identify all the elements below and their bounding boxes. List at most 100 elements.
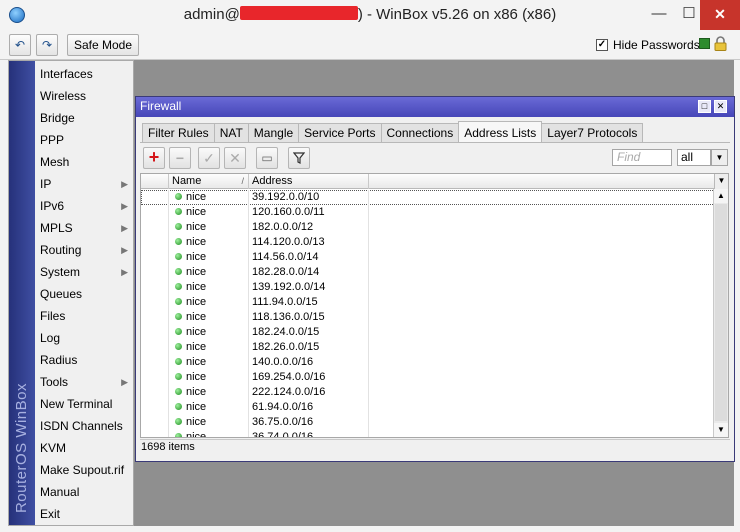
list-filter-select[interactable]: all [677,149,711,166]
table-row[interactable]: nice 36.74.0.0/16 [141,430,715,437]
table-row[interactable]: nice 114.56.0.0/14 [141,250,715,265]
safe-mode-button[interactable]: Safe Mode [67,34,139,56]
firewall-title-bar[interactable]: Firewall □ ✕ [136,97,734,117]
firewall-close-button[interactable]: ✕ [714,100,727,113]
sidebar-item-label: New Terminal [40,397,113,411]
row-name: nice [186,191,207,203]
row-name: nice [186,251,207,263]
sidebar-item-label: Mesh [40,155,70,169]
sidebar-item-interfaces[interactable]: Interfaces [35,63,133,85]
row-address: 36.75.0.0/16 [249,415,369,430]
sidebar-item-make-supout-rif[interactable]: Make Supout.rif [35,459,133,481]
row-name: nice [186,281,207,293]
minimize-button[interactable]: — [644,0,674,30]
header-name-label: Name [172,175,202,187]
dynamic-status-icon [175,283,182,290]
hide-passwords-checkbox[interactable]: ✓ [596,39,608,51]
hide-passwords-toggle[interactable]: ✓ Hide Passwords [596,38,700,52]
table-row[interactable]: nice 111.94.0.0/15 [141,295,715,310]
row-name: nice [186,236,207,248]
vertical-scrollbar[interactable]: ▲ ▼ [713,189,728,437]
submenu-arrow-icon: ▶ [121,377,128,387]
sidebar-item-system[interactable]: System ▶ [35,261,133,283]
list-filter-dropdown-icon[interactable]: ▼ [711,149,728,166]
table-row[interactable]: nice 182.26.0.0/15 [141,340,715,355]
tab-mangle[interactable]: Mangle [247,123,300,143]
table-row[interactable]: nice 114.120.0.0/13 [141,235,715,250]
sidebar-item-label: IPv6 [40,199,65,213]
undo-button[interactable]: ↶ [9,34,31,56]
sidebar-item-new-terminal[interactable]: New Terminal [35,393,133,415]
scroll-up-icon[interactable]: ▲ [714,189,728,203]
dynamic-status-icon [175,313,182,320]
sidebar-item-manual[interactable]: Manual [35,481,133,503]
tab-connections[interactable]: Connections [380,123,460,143]
table-row[interactable]: nice 139.192.0.0/14 [141,280,715,295]
tab-service-ports[interactable]: Service Ports [298,123,382,143]
column-menu-icon[interactable]: ▼ [714,174,728,189]
row-name-cell: nice [169,355,249,370]
sidebar-item-ip[interactable]: IP ▶ [35,173,133,195]
sidebar-item-label: Queues [40,287,83,301]
table-row[interactable]: nice 39.192.0.0/10 [141,190,715,205]
row-blank-cell [141,205,169,220]
filter-icon[interactable] [288,147,310,169]
table-row[interactable]: nice 118.136.0.0/15 [141,310,715,325]
tab-layer7-protocols[interactable]: Layer7 Protocols [541,123,644,143]
sidebar-item-files[interactable]: Files [35,305,133,327]
sidebar-menu: Interfaces Wireless Bridge PPP Mesh IP ▶ IPv6 ▶ M… [35,63,133,525]
redacted-host [239,6,358,20]
tab-filter-rules[interactable]: Filter Rules [142,123,215,143]
sidebar-item-wireless[interactable]: Wireless [35,85,133,107]
firewall-title: Firewall [140,99,182,113]
table-row[interactable]: nice 222.124.0.0/16 [141,385,715,400]
scroll-thumb[interactable] [715,204,727,421]
table-row[interactable]: nice 182.24.0.0/15 [141,325,715,340]
sidebar-item-tools[interactable]: Tools ▶ [35,371,133,393]
table-row[interactable]: nice 182.0.0.0/12 [141,220,715,235]
sidebar-item-queues[interactable]: Queues [35,283,133,305]
row-name-cell: nice [169,370,249,385]
sidebar-item-kvm[interactable]: KVM [35,437,133,459]
submenu-arrow-icon: ▶ [121,179,128,189]
sidebar-item-log[interactable]: Log [35,327,133,349]
sidebar-item-label: Make Supout.rif [40,463,125,477]
enable-icon[interactable]: ✓ [198,147,220,169]
sidebar-item-label: Log [40,331,61,345]
tab-address-lists[interactable]: Address Lists [458,121,543,143]
table-header: Name / Address [141,174,715,189]
lock-icon [714,36,727,51]
scroll-down-icon[interactable]: ▼ [714,423,728,437]
row-blank-cell [141,265,169,280]
table-row[interactable]: nice 169.254.0.0/16 [141,370,715,385]
add-icon[interactable]: + [143,147,165,169]
sidebar-item-ipv6[interactable]: IPv6 ▶ [35,195,133,217]
redo-button[interactable]: ↷ [36,34,58,56]
table-row[interactable]: nice 61.94.0.0/16 [141,400,715,415]
sidebar-item-mpls[interactable]: MPLS ▶ [35,217,133,239]
table-row[interactable]: nice 140.0.0.0/16 [141,355,715,370]
sidebar-item-exit[interactable]: Exit [35,503,133,525]
sidebar-item-isdn-channels[interactable]: ISDN Channels [35,415,133,437]
row-blank-cell [141,385,169,400]
table-row[interactable]: nice 182.28.0.0/14 [141,265,715,280]
sidebar-item-radius[interactable]: Radius [35,349,133,371]
header-name[interactable]: Name / [169,174,249,189]
firewall-maximize-button[interactable]: □ [698,100,711,113]
row-address: 111.94.0.0/15 [249,295,369,310]
tab-nat[interactable]: NAT [213,123,249,143]
row-name-cell: nice [169,295,249,310]
sidebar-item-routing[interactable]: Routing ▶ [35,239,133,261]
row-blank-cell [141,295,169,310]
sidebar-item-mesh[interactable]: Mesh [35,151,133,173]
sidebar-item-bridge[interactable]: Bridge [35,107,133,129]
remove-icon[interactable]: − [169,147,191,169]
close-button[interactable]: ✕ [700,0,740,30]
table-row[interactable]: nice 36.75.0.0/16 [141,415,715,430]
disable-icon[interactable]: ✕ [224,147,246,169]
find-input[interactable]: Find [612,149,672,166]
sidebar-item-ppp[interactable]: PPP [35,129,133,151]
comment-icon[interactable]: ▭ [256,147,278,169]
table-row[interactable]: nice 120.160.0.0/11 [141,205,715,220]
header-address[interactable]: Address [249,174,369,189]
